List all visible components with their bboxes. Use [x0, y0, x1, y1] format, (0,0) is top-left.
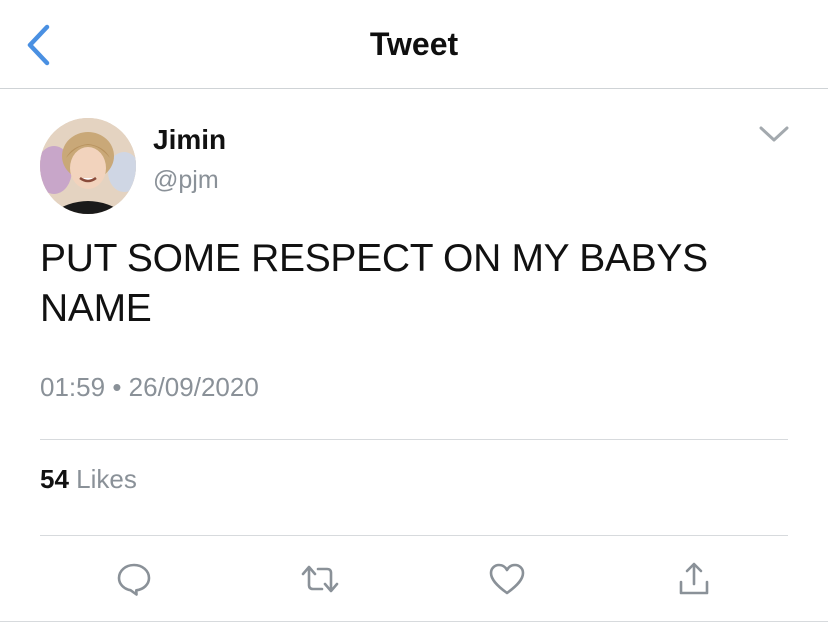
tweet-text: PUT SOME RESPECT ON MY BABYS NAME	[40, 234, 800, 334]
bottom-divider	[0, 621, 828, 622]
more-options-button[interactable]	[754, 118, 794, 150]
retweet-button[interactable]	[300, 559, 340, 599]
share-button[interactable]	[674, 559, 714, 599]
timestamp-separator: •	[112, 372, 122, 402]
tweet-text-line: PUT SOME RESPECT ON MY BABYS	[40, 237, 708, 280]
reply-icon	[117, 563, 151, 596]
like-button[interactable]	[487, 559, 527, 599]
likes-label: Likes	[76, 464, 137, 494]
author-display-name[interactable]: Jimin	[153, 124, 226, 156]
chevron-down-icon	[759, 126, 789, 142]
avatar[interactable]	[40, 118, 136, 214]
retweet-icon	[301, 565, 339, 593]
nav-header: Tweet	[0, 0, 828, 89]
likes-summary[interactable]: 54 Likes	[40, 464, 137, 495]
tweet-timestamp: 01:59 • 26/09/2020	[40, 372, 259, 403]
share-icon	[679, 562, 709, 595]
heart-icon	[489, 563, 525, 595]
divider	[40, 535, 788, 536]
tweet-detail-screen: Tweet Jimin @pjm PUT SOME RESPECT ON MY …	[0, 0, 828, 624]
reply-button[interactable]	[114, 559, 154, 599]
likes-count: 54	[40, 464, 69, 494]
user-avatar-image	[40, 118, 136, 214]
page-title: Tweet	[369, 26, 459, 62]
tweet-time: 01:59	[40, 372, 106, 402]
divider	[40, 439, 788, 440]
tweet-text-line: NAME	[40, 287, 152, 330]
tweet-date: 26/09/2020	[128, 372, 259, 402]
author-handle[interactable]: @pjm	[153, 166, 219, 195]
